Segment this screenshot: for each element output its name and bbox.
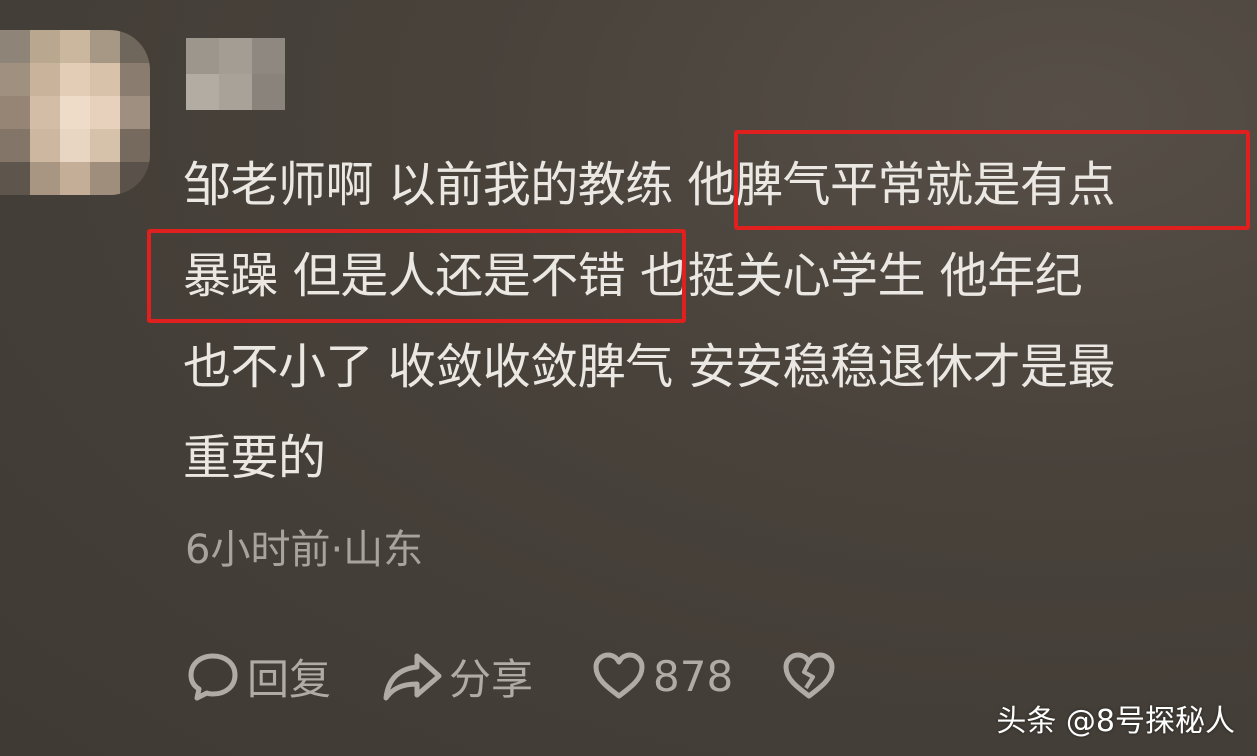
comment-meta: 6小时前·山东 [185, 527, 424, 573]
comment-text: 邹老师啊 以前我的教练 他脾气平常就是有点 暴躁 但是人还是不错 也挺关心学生 … [183, 140, 1243, 504]
heart-icon [591, 648, 647, 704]
dislike-button[interactable] [781, 648, 837, 704]
share-button[interactable]: 分享 [381, 646, 533, 707]
comment-line: 重要的 [183, 430, 326, 486]
like-count: 878 [653, 651, 734, 701]
avatar[interactable] [0, 30, 150, 195]
reply-label: 回复 [247, 654, 332, 704]
like-button[interactable]: 878 [591, 648, 733, 704]
username-blurred[interactable] [186, 38, 285, 110]
comment-line: 暴躁 但是人还是不错 也挺关心学生 他年纪 [183, 248, 1083, 304]
share-arrow-icon [381, 648, 443, 704]
comment-line: 也不小了 收敛收敛脾气 安安稳稳退休才是最 [183, 339, 1116, 395]
watermark: 头条 @8号探秘人 [996, 704, 1235, 739]
action-bar: 回复 分享 878 [185, 644, 837, 708]
comment-card: 邹老师啊 以前我的教练 他脾气平常就是有点 暴躁 但是人还是不错 也挺关心学生 … [0, 0, 1257, 756]
broken-heart-icon [781, 648, 837, 704]
speech-bubble-icon [185, 648, 241, 704]
reply-button[interactable]: 回复 [185, 646, 331, 707]
share-label: 分享 [449, 654, 534, 704]
comment-line: 邹老师啊 以前我的教练 他脾气平常就是有点 [183, 157, 1116, 213]
